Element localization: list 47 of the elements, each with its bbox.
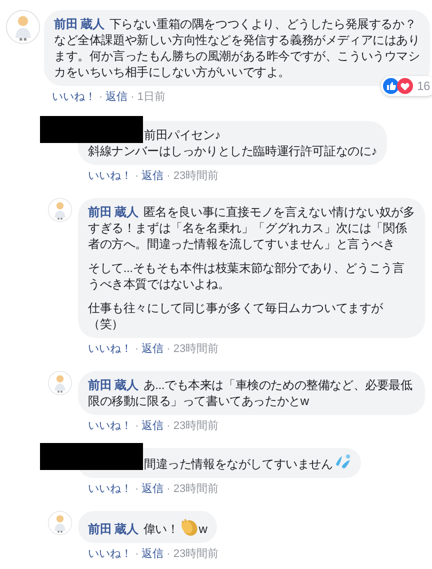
timestamp: 23時間前 — [173, 419, 219, 434]
like-link[interactable]: いいね！ — [88, 169, 132, 184]
clapping-hands-icon — [178, 517, 199, 537]
comment-text: 前田パイセン♪ 斜線ナンバーはしっかりとした臨時運行許可証なのに♪ — [88, 127, 378, 159]
comment-text: 前田 蔵人 あ...でも本来は「車検のための整備など、必要最低限の移動に限る」って書いてあったかとw — [88, 377, 414, 409]
like-icon — [383, 78, 400, 94]
author-link[interactable]: 前田 蔵人 — [88, 205, 138, 219]
timestamp: 23時間前 — [173, 342, 219, 357]
separator-dot: · — [166, 342, 170, 357]
avatar-icon[interactable] — [48, 198, 72, 222]
reply-link[interactable]: 返信 — [106, 90, 128, 105]
timestamp: 23時間前 — [173, 482, 219, 497]
separator-dot: · — [99, 90, 103, 105]
author-link[interactable]: 前田 蔵人 — [54, 17, 104, 31]
reply-link[interactable]: 返信 — [142, 169, 164, 184]
reply-link[interactable]: 返信 — [142, 342, 164, 357]
like-link[interactable]: いいね！ — [52, 90, 96, 105]
comment-text: そして...そもそも本件は枝葉末節な部分であり、どうこう言うべき本質ではないよね。 — [88, 260, 406, 292]
timestamp: 23時間前 — [173, 547, 219, 562]
timestamp: 1日前 — [137, 90, 166, 105]
comment-text: 仕事も往々にして同じ事が多くて毎日ムカついてますが（笑） — [88, 300, 384, 332]
separator-dot: · — [135, 482, 139, 497]
comment-text: 前田 蔵人 偉い！ w — [88, 517, 208, 537]
separator-dot: · — [135, 419, 139, 434]
like-link[interactable]: いいね！ — [88, 482, 132, 497]
separator-dot: · — [135, 342, 139, 357]
reply-link[interactable]: 返信 — [142, 419, 164, 434]
avatar-icon[interactable] — [48, 371, 72, 395]
author-link[interactable]: 前田 蔵人 — [88, 522, 138, 536]
reply-link[interactable]: 返信 — [142, 482, 164, 497]
like-link[interactable]: いいね！ — [88, 547, 132, 562]
separator-dot: · — [135, 547, 139, 562]
reply-link[interactable]: 返信 — [142, 547, 164, 562]
avatar-icon[interactable] — [48, 511, 72, 535]
separator-dot: · — [130, 90, 134, 105]
separator-dot: · — [166, 169, 170, 184]
like-link[interactable]: いいね！ — [88, 419, 132, 434]
separator-dot: · — [166, 547, 170, 562]
separator-dot: · — [166, 419, 170, 434]
comment-text: 前田 蔵人 匿名を良い事に直接モノを言えない情けない奴が多すぎる！まずは「名を名乗れ」「ググれカス」次には「関係者の方へ。間違った情報を流してすいません」と言うべき — [88, 204, 415, 252]
reaction-count: 16 — [417, 78, 430, 94]
separator-dot: · — [166, 482, 170, 497]
timestamp: 23時間前 — [173, 169, 219, 184]
avatar-icon[interactable] — [6, 10, 40, 44]
like-link[interactable]: いいね！ — [88, 342, 132, 357]
author-link[interactable]: 前田 蔵人 — [88, 378, 138, 392]
separator-dot: · — [135, 169, 139, 184]
